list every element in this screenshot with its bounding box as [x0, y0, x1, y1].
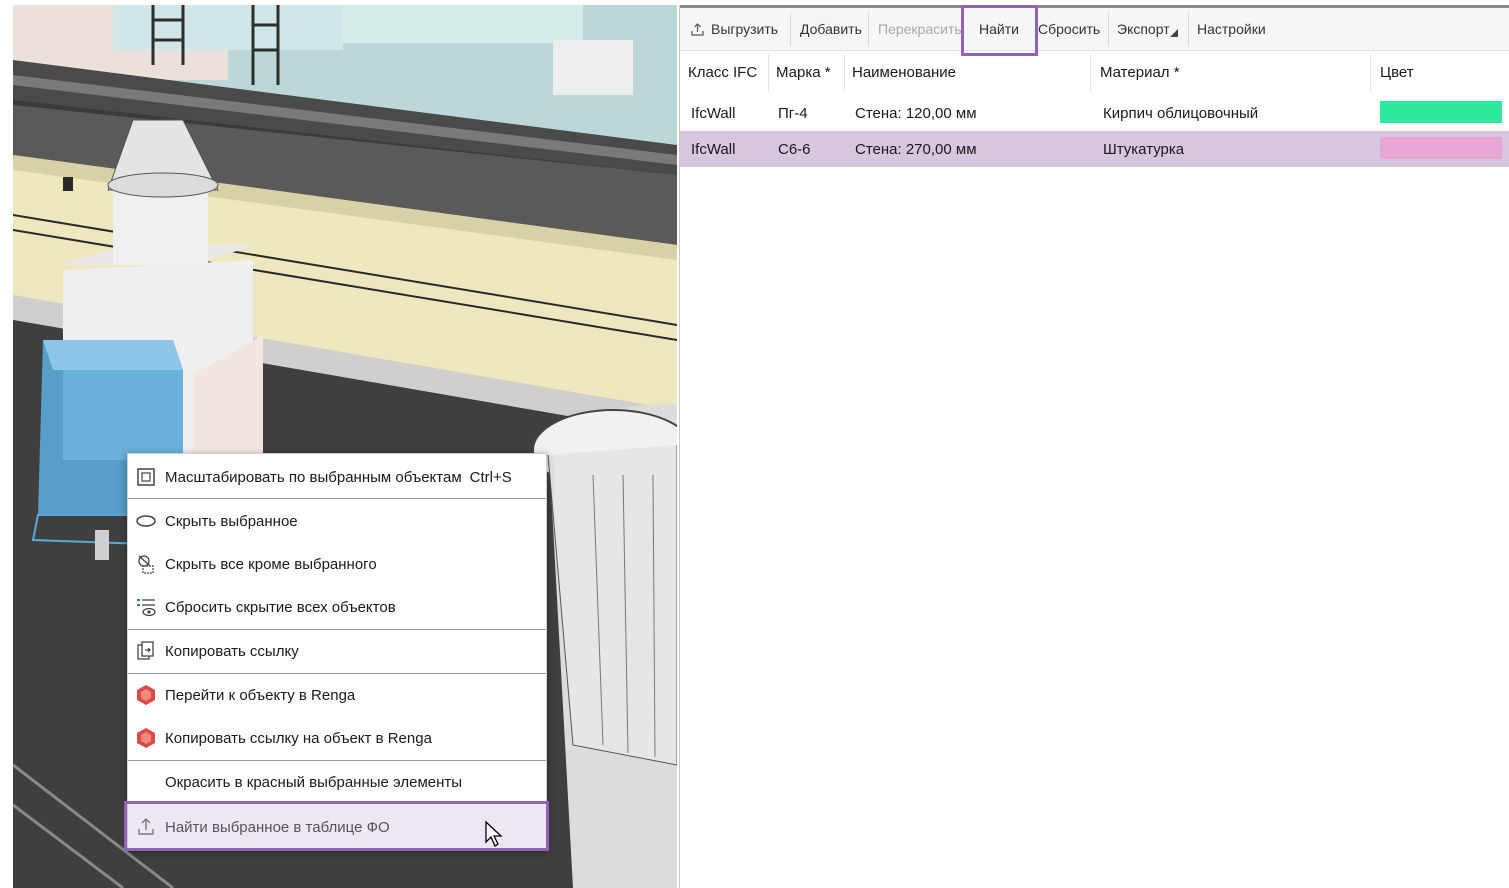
menu-item-label: Сбросить скрытие всех объектов: [165, 598, 396, 616]
toolbar-separator: [1108, 12, 1109, 46]
unload-button-label: Выгрузить: [711, 21, 779, 37]
cell-name: Стена: 120,00 мм: [855, 104, 977, 122]
menu-item-hide-all-except-selected[interactable]: Скрыть все кроме выбранного: [128, 545, 546, 583]
toolbar-separator: [1188, 12, 1189, 46]
upload-icon: [690, 22, 705, 37]
eye-hide-icon: [134, 509, 158, 533]
cell-material: Кирпич облицовочный: [1103, 104, 1259, 122]
toolbar-separator: [790, 12, 791, 46]
cell-name: Стена: 270,00 мм: [855, 140, 977, 158]
menu-separator: [128, 760, 546, 761]
menu-item-label: Масштабировать по выбранным объектам: [165, 468, 462, 486]
context-menu: Масштабировать по выбранным объектам Ctr…: [127, 453, 547, 851]
toolbar: Выгрузить Добавить Перекрасить Найти Сбр…: [680, 5, 1509, 56]
isolate-selection-icon: [134, 552, 158, 576]
column-divider: [844, 54, 845, 91]
column-header-color[interactable]: Цвет: [1380, 51, 1414, 94]
recolor-button[interactable]: Перекрасить: [878, 8, 962, 50]
show-all-icon: [134, 595, 158, 619]
column-divider: [768, 54, 769, 91]
column-divider: [1370, 54, 1371, 91]
menu-item-label: Копировать ссылку: [165, 642, 299, 660]
menu-separator: [128, 498, 546, 499]
color-swatch[interactable]: [1380, 101, 1502, 123]
export-dropdown-label: Экспорт: [1117, 21, 1170, 37]
reset-button[interactable]: Сбросить: [1038, 8, 1100, 50]
export-dropdown[interactable]: Экспорт: [1117, 8, 1178, 50]
cell-ifc-class: IfcWall: [691, 104, 736, 122]
menu-item-label: Окрасить в красный выбранные элементы: [165, 773, 463, 791]
menu-item-reset-hiding[interactable]: Сбросить скрытие всех объектов: [128, 588, 546, 626]
table-row[interactable]: IfcWall Пг-4 Стена: 120,00 мм Кирпич обл…: [680, 95, 1509, 131]
column-header-mark[interactable]: Марка *: [776, 51, 831, 94]
menu-separator: [128, 673, 546, 674]
menu-item-shortcut: Ctrl+S: [469, 468, 512, 486]
unload-button[interactable]: Выгрузить: [690, 8, 778, 50]
menu-item-label: Скрыть все кроме выбранного: [165, 555, 377, 573]
cell-mark: С6-6: [778, 140, 811, 158]
zoom-to-selection-icon: [134, 465, 158, 489]
menu-item-label: Скрыть выбранное: [165, 512, 298, 530]
menu-item-paint-red[interactable]: Окрасить в красный выбранные элементы: [128, 763, 546, 801]
copy-link-icon: [134, 639, 158, 663]
mouse-cursor-icon: [485, 820, 503, 847]
menu-item-go-to-renga[interactable]: Перейти к объекту в Renga: [128, 676, 546, 714]
color-swatch[interactable]: [1380, 137, 1502, 159]
menu-item-label: Перейти к объекту в Renga: [165, 686, 356, 704]
column-header-material[interactable]: Материал *: [1100, 51, 1180, 94]
properties-table-panel: Выгрузить Добавить Перекрасить Найти Сбр…: [679, 5, 1509, 888]
column-header-name[interactable]: Наименование: [852, 51, 956, 94]
add-button[interactable]: Добавить: [800, 8, 862, 50]
toolbar-separator: [868, 12, 869, 46]
table-row-selected[interactable]: IfcWall С6-6 Стена: 270,00 мм Штукатурка: [680, 131, 1509, 167]
menu-separator: [128, 629, 546, 630]
column-divider: [1090, 54, 1091, 91]
find-button-highlight: [961, 5, 1038, 56]
menu-item-copy-link[interactable]: Копировать ссылку: [128, 632, 546, 670]
column-header-ifc-class[interactable]: Класс IFC: [688, 51, 757, 94]
dropdown-corner-icon: [1169, 29, 1178, 37]
cell-mark: Пг-4: [778, 104, 808, 122]
renga-logo-icon: [134, 683, 158, 707]
settings-button[interactable]: Настройки: [1197, 8, 1266, 50]
menu-item-label: Копировать ссылку на объект в Renga: [165, 729, 432, 747]
empty-icon-slot: [134, 770, 158, 794]
cell-ifc-class: IfcWall: [691, 140, 736, 158]
menu-item-hide-selected[interactable]: Скрыть выбранное: [128, 502, 546, 540]
renga-logo-icon: [134, 726, 158, 750]
cell-material: Штукатурка: [1103, 140, 1185, 158]
menu-item-zoom-to-selection[interactable]: Масштабировать по выбранным объектам Ctr…: [128, 458, 546, 496]
menu-item-copy-renga-link[interactable]: Копировать ссылку на объект в Renga: [128, 719, 546, 757]
